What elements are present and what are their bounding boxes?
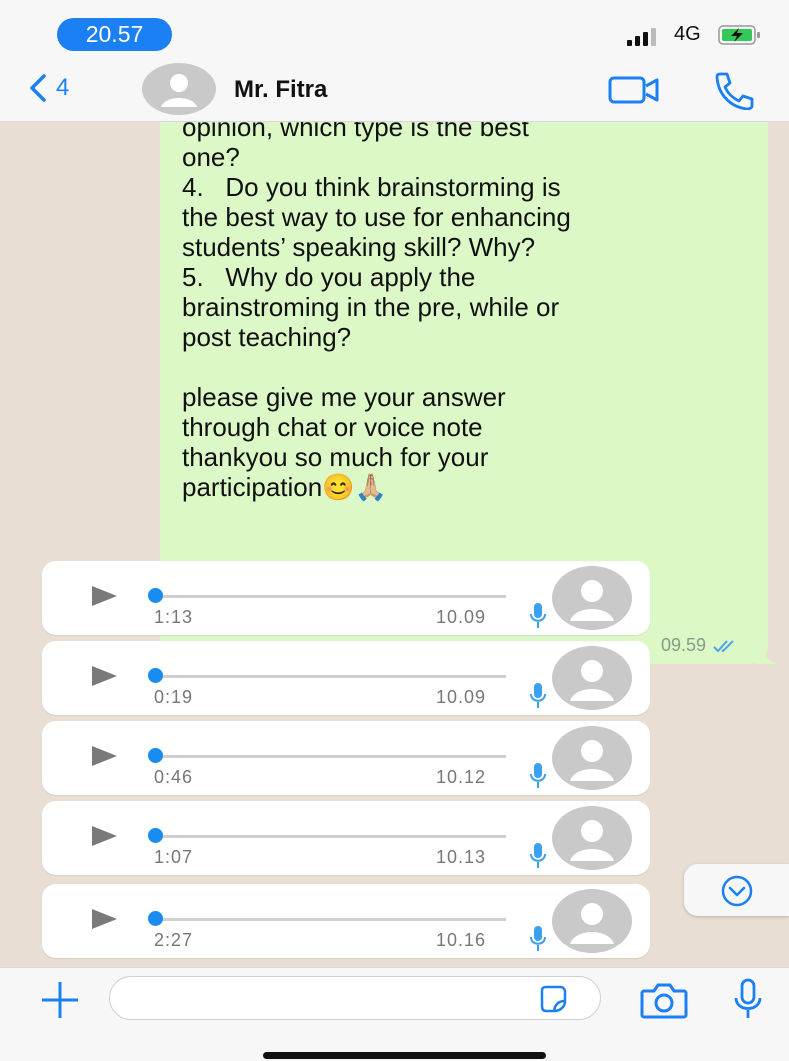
play-icon[interactable] [90,585,118,607]
voice-duration: 0:46 [154,767,194,787]
voice-note-bubble[interactable]: 0:19 10.09 [42,641,650,715]
voice-progress-knob[interactable] [148,911,163,926]
camera-icon[interactable] [640,980,688,1020]
voice-note-bubble[interactable]: 1:13 10.09 [42,561,650,635]
voice-duration: 1:13 [154,607,194,627]
message-text: teaching and learning activity during ob… [182,122,571,502]
avatar-placeholder-icon[interactable] [142,63,216,115]
voice-time: 10.09 [436,687,487,707]
message-input[interactable] [109,976,601,1020]
microphone-icon [530,843,546,868]
microphone-icon[interactable] [733,978,763,1020]
avatar-placeholder-icon [552,806,632,870]
voice-note-bubble[interactable]: 0:46 10.12 [42,721,650,795]
voice-duration: 1:07 [154,847,194,867]
voice-progress-track[interactable] [152,918,506,921]
voice-duration: 2:27 [154,930,194,950]
network-type: 4G [674,23,701,45]
message-time: 09.59 [660,635,706,655]
voice-time: 10.09 [436,607,487,627]
contact-name[interactable]: Mr. Fitra [234,76,327,104]
play-icon[interactable] [90,745,118,767]
chevron-left-icon [30,74,46,102]
voice-time: 10.13 [436,847,487,867]
avatar-placeholder-icon [552,646,632,710]
voice-time: 10.16 [436,930,487,950]
sticker-icon[interactable] [538,984,568,1014]
microphone-icon [530,763,546,788]
play-icon[interactable] [90,825,118,847]
voice-progress-knob[interactable] [148,748,163,763]
signal-bars-icon [627,28,667,46]
chat-area[interactable]: teaching and learning activity during ob… [0,122,789,967]
microphone-icon [530,926,546,951]
voice-progress-track[interactable] [152,675,506,678]
voice-progress-track[interactable] [152,595,506,598]
avatar-placeholder-icon [552,889,632,953]
message-meta: 09.59 [661,635,738,656]
plus-icon[interactable] [40,980,80,1020]
voice-progress-track[interactable] [152,755,506,758]
double-check-icon [713,639,734,652]
video-camera-icon[interactable] [607,74,661,106]
voice-progress-knob[interactable] [148,668,163,683]
unread-count: 4 [56,74,70,101]
chat-header: 4 Mr. Fitra [0,56,789,122]
microphone-icon [530,603,546,628]
scroll-to-bottom-button[interactable] [684,864,789,916]
voice-time: 10.12 [436,767,487,787]
avatar-placeholder-icon [552,566,632,630]
home-indicator [263,1052,546,1059]
voice-note-bubble[interactable]: 1:07 10.13 [42,801,650,875]
voice-progress-track[interactable] [152,835,506,838]
microphone-icon [530,683,546,708]
input-bar [0,967,789,1061]
chevron-down-circle-icon [721,875,753,907]
play-icon[interactable] [90,908,118,930]
voice-progress-knob[interactable] [148,828,163,843]
bubble-tail [756,644,778,664]
voice-duration: 0:19 [154,687,194,707]
battery-charging-icon [718,25,760,45]
phone-icon[interactable] [712,70,756,110]
status-time: 20.57 [57,18,172,51]
status-bar: 20.57 4G [0,0,789,56]
voice-progress-knob[interactable] [148,588,163,603]
play-icon[interactable] [90,665,118,687]
back-button[interactable]: 4 [28,70,98,106]
voice-note-bubble[interactable]: 2:27 10.16 [42,884,650,958]
avatar-placeholder-icon [552,726,632,790]
